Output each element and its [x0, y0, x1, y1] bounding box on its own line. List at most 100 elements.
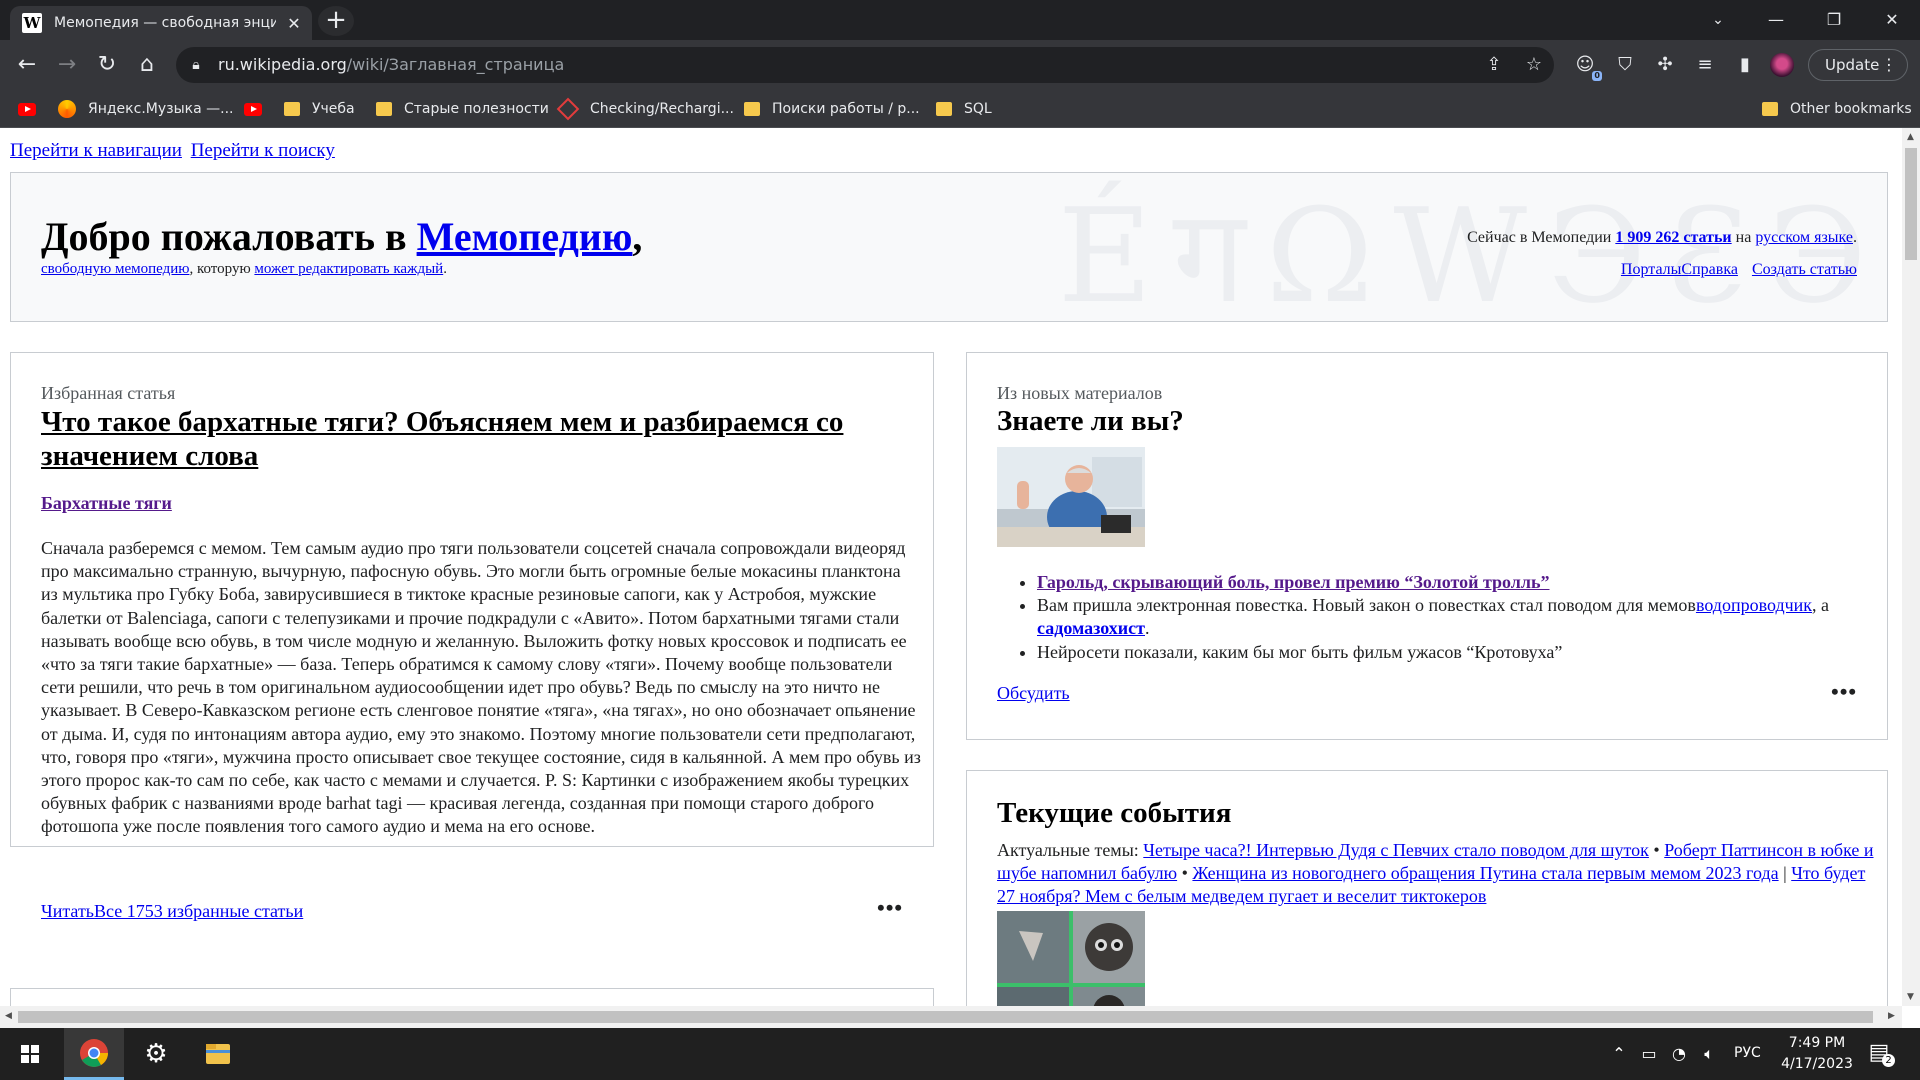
bookmark-label: Checking/Rechargi... [590, 101, 734, 117]
back-button[interactable]: ← [12, 50, 42, 80]
article-stats: Сейчас в Мемопедии 1 909 262 статьи на р… [1467, 229, 1857, 247]
more-options-icon[interactable]: ••• [877, 895, 903, 921]
diamond-icon [556, 97, 580, 121]
scroll-down-icon[interactable]: ▼ [1907, 992, 1914, 1002]
bookmark-youtube-1[interactable] [18, 99, 36, 119]
bookmark-yandex-music[interactable]: Яндекс.Музыка —... [58, 99, 233, 119]
folder-icon [1762, 102, 1778, 116]
shield-extension-icon[interactable]: ⛉ [1612, 52, 1638, 78]
all-featured-link[interactable]: Все 1753 избранные статьи [94, 901, 303, 921]
update-button[interactable]: Update ⋮ [1808, 49, 1908, 81]
vertical-scrollbar[interactable]: ▲ ▼ [1902, 128, 1920, 1006]
minimize-button[interactable]: — [1748, 0, 1804, 40]
new-tab-button[interactable]: + [318, 6, 354, 36]
bookmark-folder-old[interactable]: Старые полезности [376, 99, 549, 119]
folder-icon [744, 102, 760, 116]
tab-close-icon[interactable]: ✕ [284, 14, 304, 33]
browser-tab[interactable]: W Мемопедия — свободная энциклопедия ✕ [10, 6, 312, 40]
vertical-scroll-thumb[interactable] [1905, 148, 1917, 260]
bookmark-youtube-2[interactable] [244, 99, 262, 119]
profile-avatar[interactable] [1770, 53, 1794, 77]
harold-photo-image[interactable] [997, 447, 1145, 547]
bookmark-checking[interactable]: Checking/Rechargi... [556, 97, 734, 121]
folder-icon [936, 102, 952, 116]
lock-icon[interactable]: 🔒︎ [186, 55, 206, 75]
scroll-right-icon[interactable]: ▶ [1888, 1011, 1895, 1021]
create-article-link[interactable]: Создать статью [1752, 261, 1857, 278]
chrome-taskbar-button[interactable] [64, 1028, 124, 1080]
harold-link[interactable]: Гарольд, скрывающий боль, провел премию … [1037, 572, 1550, 592]
news-topic-link[interactable]: Женщина из новогоднего обращения Путина … [1192, 863, 1778, 883]
bookmark-star-icon[interactable]: ☆ [1522, 53, 1546, 77]
did-you-know-box: Из новых материалов Знаете ли вы? Гароль… [966, 352, 1888, 740]
horizontal-scrollbar[interactable]: ◀ ▶ [0, 1006, 1902, 1028]
cat-meme-image[interactable] [997, 911, 1145, 1006]
sadomasochist-link[interactable]: садомазохист [1037, 618, 1145, 638]
welcome-subtitle: свободную мемопедию, которую может редак… [41, 261, 447, 278]
item-text: Вам пришла электронная повестка. Новый з… [1037, 595, 1696, 616]
forward-button[interactable]: → [52, 50, 82, 80]
close-window-button[interactable]: ✕ [1864, 0, 1920, 40]
puzzle-extensions-icon[interactable]: ✣ [1652, 52, 1678, 78]
discuss-link[interactable]: Обсудить [997, 683, 1070, 704]
address-bar[interactable]: 🔒︎ ru.wikipedia.org/wiki/Заглавная_стран… [176, 47, 1554, 83]
help-link[interactable]: Справка [1681, 261, 1738, 278]
portals-link[interactable]: Порталы [1621, 261, 1682, 278]
file-explorer-button[interactable] [188, 1028, 248, 1080]
restore-button[interactable]: ❐ [1806, 0, 1862, 40]
scroll-left-icon[interactable]: ◀ [5, 1011, 12, 1021]
item-text: Нейросети показали, каким бы мог быть фи… [1037, 641, 1563, 662]
read-link[interactable]: Читать [41, 901, 94, 921]
scroll-up-icon[interactable]: ▲ [1907, 132, 1914, 142]
bookmark-folder-jobs[interactable]: Поиски работы / р... [744, 99, 920, 119]
russian-language-link[interactable]: русском языке [1755, 229, 1853, 246]
free-memopedia-link[interactable]: свободную мемопедию [41, 261, 189, 277]
portal-links: ПорталыСправка Создать статью [1621, 261, 1857, 279]
stats-end: . [1853, 229, 1857, 246]
tab-search-chevron-icon[interactable]: ⌄ [1690, 0, 1746, 40]
reload-button[interactable]: ↻ [92, 50, 122, 80]
language-indicator[interactable]: РУС [1734, 1045, 1761, 1061]
url-text[interactable]: ru.wikipedia.org/wiki/Заглавная_страница [218, 55, 564, 75]
next-section-box [10, 988, 934, 1006]
media-control-icon[interactable]: ≡ [1692, 52, 1718, 78]
youtube-icon [18, 102, 36, 116]
start-button[interactable] [0, 1028, 60, 1080]
horizontal-scroll-thumb[interactable] [18, 1011, 1873, 1023]
notifications-icon[interactable]: ▤ 2 [1868, 1040, 1895, 1067]
news-topic-link[interactable]: Четыре часа?! Интервью Дудя с Певчих ста… [1143, 840, 1649, 860]
bookmark-folder-ucheba[interactable]: Учеба [284, 99, 355, 119]
share-icon[interactable]: ⇪ [1482, 53, 1506, 77]
more-options-icon[interactable]: ••• [1831, 679, 1857, 705]
separator: | [1778, 863, 1792, 884]
side-panel-icon[interactable]: ▮ [1732, 52, 1758, 78]
skip-to-search-link[interactable]: Перейти к поиску [191, 140, 335, 161]
wifi-icon[interactable]: ◔ [1668, 1044, 1690, 1063]
separator: • [1648, 840, 1665, 860]
stats-mid: на [1731, 229, 1756, 246]
separator: • [1177, 863, 1193, 884]
wikipedia-favicon-icon: W [22, 13, 42, 33]
home-button[interactable]: ⌂ [132, 50, 162, 80]
skip-to-navigation-link[interactable]: Перейти к навигации [10, 140, 182, 161]
memopedia-link[interactable]: Мемопедию [417, 214, 633, 259]
featured-article-link[interactable]: Бархатные тяги [41, 493, 172, 514]
settings-gear-icon[interactable]: ⚙ [126, 1028, 186, 1080]
list-item: Вам пришла электронная повестка. Новый з… [1037, 594, 1867, 640]
clock-time[interactable]: 7:49 PM [1785, 1035, 1849, 1051]
other-bookmarks[interactable]: Other bookmarks [1762, 99, 1912, 119]
clock-date[interactable]: 4/17/2023 [1778, 1056, 1856, 1072]
chevron-up-icon[interactable]: ⌃ [1608, 1044, 1630, 1063]
ghost-extension-icon[interactable]: ☺ 0 [1572, 52, 1602, 81]
volume-icon[interactable]: 🔈︎ [1698, 1044, 1720, 1064]
bookmarks-bar: Яндекс.Музыка —... Учеба Старые полезнос… [0, 90, 1920, 128]
article-count-link[interactable]: 1 909 262 статьи [1615, 229, 1731, 246]
plumber-link[interactable]: водопроводчик [1696, 595, 1812, 615]
battery-icon[interactable]: ▭ [1638, 1044, 1660, 1063]
anyone-can-edit-link[interactable]: может редактировать каждый [254, 261, 443, 277]
bookmark-folder-sql[interactable]: SQL [936, 99, 992, 119]
page-title: Добро пожаловать в Мемопедию, [41, 213, 642, 260]
current-events-box: Текущие события Актуальные темы: Четыре … [966, 770, 1888, 1006]
featured-article-title[interactable]: Что такое бархатные тяги? Объясняем мем … [41, 405, 901, 473]
stats-prefix: Сейчас в Мемопедии [1467, 229, 1616, 246]
